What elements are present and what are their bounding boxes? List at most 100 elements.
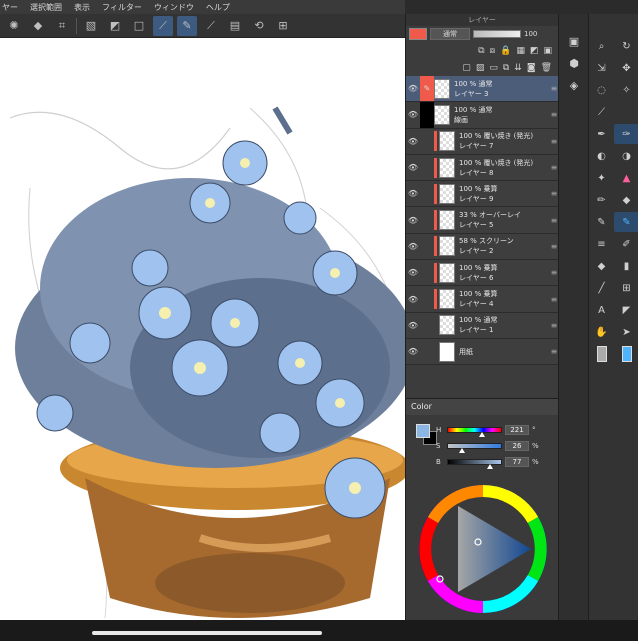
search-icon[interactable]: ⌕ [589, 36, 614, 56]
sparkle-icon[interactable]: ✦ [589, 168, 614, 188]
eraser-icon[interactable]: ◆ [614, 190, 638, 210]
layer-color-swatch[interactable] [409, 28, 427, 40]
lock-alpha-icon[interactable]: ▦ [516, 46, 525, 56]
saturation-slider[interactable] [447, 443, 502, 453]
blue-swatch-icon[interactable] [614, 344, 638, 364]
menu-help[interactable]: ヘルプ [206, 2, 230, 13]
merge-icon[interactable]: ⇊ [514, 63, 522, 73]
rotate-icon[interactable]: ⟲ [249, 16, 269, 36]
frame-icon[interactable]: ⊞ [614, 278, 638, 298]
clip-icon[interactable]: ⧉ [478, 46, 484, 56]
sparkle-icon[interactable]: ✺ [4, 16, 24, 36]
ruler-icon[interactable]: □ [129, 16, 149, 36]
layer-row[interactable]: 👁 100 % 乗算 レイヤー 9 ≡ [406, 181, 559, 208]
transform-icon[interactable]: ⌗ [52, 16, 72, 36]
fill-icon[interactable]: ◆ [28, 16, 48, 36]
line-icon[interactable]: ╱ [589, 278, 614, 298]
blend-mode-select[interactable]: 通常 [430, 28, 470, 40]
canvas[interactable] [0, 38, 405, 620]
canvas-panel-icon[interactable]: ▣ [559, 30, 589, 52]
lasso-fill-icon[interactable]: ✐ [614, 234, 638, 254]
eye-icon[interactable]: 👁 [406, 216, 420, 225]
menu-layer[interactable]: ヤー [2, 2, 18, 13]
eyedropper-icon[interactable]: ⟋ [589, 102, 614, 122]
new-folder-icon[interactable]: ▭ [489, 63, 498, 73]
eye-icon[interactable]: 👁 [406, 347, 420, 356]
brush-active-icon[interactable]: ✎ [614, 212, 638, 232]
lasso-icon[interactable]: ◌ [589, 80, 614, 100]
magic-wand-icon[interactable]: ✧ [614, 80, 638, 100]
select-move-icon[interactable]: ⇲ [589, 58, 614, 78]
brightness-value[interactable]: 77 [505, 457, 529, 467]
layer-row[interactable]: 👁 ✎ 100 % 通常 レイヤー 3 ≡ [406, 76, 559, 103]
layer-row[interactable]: 👁 100 % 乗算 レイヤー 4 ≡ [406, 286, 559, 313]
pencil-icon[interactable]: ✏ [589, 190, 614, 210]
eye-icon[interactable]: 👁 [406, 242, 420, 251]
pen-line-icon[interactable]: ⟋ [201, 16, 221, 36]
lasso-rotate-icon[interactable]: ↻ [614, 36, 638, 56]
ruler-doc-icon[interactable]: ▤ [225, 16, 245, 36]
opacity-value[interactable]: 100 [524, 30, 537, 38]
lock-icon[interactable]: 🔒 [500, 46, 511, 56]
pen-icon[interactable]: ✒ [589, 124, 614, 144]
eye-icon[interactable]: 👁 [406, 189, 420, 198]
menu-selection[interactable]: 選択範囲 [30, 2, 62, 13]
palette-color-icon[interactable]: ▣ [543, 46, 552, 56]
menu-window[interactable]: ウィンドウ [154, 2, 194, 13]
layer-row[interactable]: 👁 用紙 ≡ [406, 338, 559, 366]
move-icon[interactable]: ✥ [614, 58, 638, 78]
eye-icon[interactable]: 👁 [406, 321, 420, 330]
cake-icon[interactable]: ▲ [614, 168, 638, 188]
fill-bucket-icon[interactable]: ◆ [589, 256, 614, 276]
drop-blur-icon[interactable]: ◑ [614, 146, 638, 166]
delete-icon[interactable]: 🗑 [541, 63, 552, 73]
reference-icon[interactable]: ⧈ [490, 46, 496, 56]
layer-row[interactable]: 👁 100 % 通常 線画 ≡ [406, 102, 559, 129]
hand-icon[interactable]: ✋ [589, 322, 614, 342]
layer-row[interactable]: 👁 100 % 通常 レイヤー 1 ≡ [406, 312, 559, 339]
hue-value[interactable]: 221 [505, 425, 529, 435]
gray-swatch-icon[interactable] [589, 344, 614, 364]
eye-icon[interactable]: 👁 [406, 84, 420, 93]
layer-row[interactable]: 👁 100 % 覆い焼き (発光) レイヤー 7 ≡ [406, 128, 559, 155]
grid-icon[interactable]: ⊞ [273, 16, 293, 36]
saturation-knob[interactable] [459, 448, 466, 453]
arrow-icon[interactable]: ➤ [614, 322, 638, 342]
eye-icon[interactable]: 👁 [406, 137, 420, 146]
pen-active-icon[interactable]: ✑ [614, 124, 638, 144]
new-layer-icon[interactable]: ▢ [462, 63, 471, 73]
copy-layer-icon[interactable]: ⧉ [503, 63, 509, 73]
transparency-icon[interactable]: ▧ [81, 16, 101, 36]
layers-panel-icon[interactable]: ◈ [559, 74, 589, 96]
brush-icon[interactable]: ✎ [589, 212, 614, 232]
layer-mask-icon[interactable]: ◙ [527, 63, 536, 73]
layer-row[interactable]: 👁 33 % オーバーレイ レイヤー 5 ≡ [406, 207, 559, 234]
gradient-icon[interactable]: ▮ [614, 256, 638, 276]
mask-toggle-icon[interactable]: ◩ [530, 46, 539, 56]
brightness-knob[interactable] [487, 464, 494, 469]
color-wheel[interactable] [418, 484, 548, 614]
text-icon[interactable]: A [589, 300, 614, 320]
hue-knob[interactable] [478, 432, 485, 437]
layer-row[interactable]: 👁 100 % 乗算 レイヤー 6 ≡ [406, 260, 559, 287]
triangle-icon[interactable]: ◤ [614, 300, 638, 320]
mask-icon[interactable]: ◩ [105, 16, 125, 36]
pen-curve-icon[interactable]: ⟋ [153, 15, 173, 36]
drop-icon[interactable]: ◐ [589, 146, 614, 166]
new-vector-icon[interactable]: ▨ [476, 63, 485, 73]
menu-view[interactable]: 表示 [74, 2, 90, 13]
pen-stroke-icon[interactable]: ✎ [177, 15, 197, 36]
eye-icon[interactable]: 👁 [406, 163, 420, 172]
layer-row[interactable]: 👁 58 % スクリーン レイヤー 2 ≡ [406, 233, 559, 261]
eye-icon[interactable]: 👁 [406, 268, 420, 277]
saturation-value[interactable]: 26 [505, 441, 529, 451]
opacity-slider[interactable] [473, 30, 521, 38]
main-color-swatch[interactable] [416, 424, 430, 438]
brightness-slider[interactable] [447, 459, 502, 469]
eye-icon[interactable]: 👁 [406, 295, 420, 304]
eye-icon[interactable]: 👁 [406, 110, 420, 119]
layer-row[interactable]: 👁 100 % 覆い焼き (発光) レイヤー 8 ≡ [406, 154, 559, 182]
hue-slider[interactable] [447, 427, 502, 437]
materials-icon[interactable]: ⬢ [559, 52, 589, 74]
menu-filter[interactable]: フィルター [102, 2, 142, 13]
